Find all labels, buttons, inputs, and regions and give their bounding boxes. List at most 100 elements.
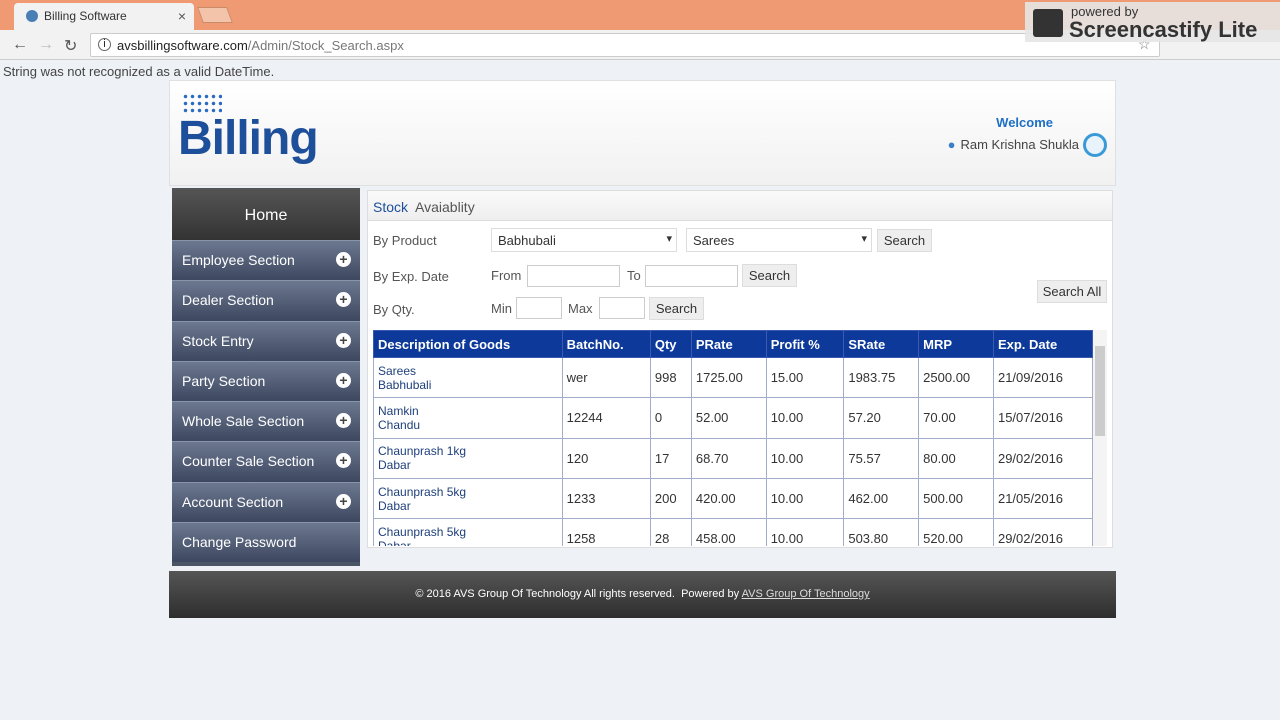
user-name: Ram Krishna Shukla (960, 137, 1080, 152)
min-label: Min (491, 301, 512, 316)
cell-description: Namkin Chandu (373, 397, 563, 439)
goods-brand: Dabar (378, 498, 411, 513)
cell-mrp: 80.00 (918, 437, 994, 479)
cell-mrp: 500.00 (918, 477, 994, 520)
close-tab-icon[interactable]: × (178, 8, 186, 24)
by-qty-label: By Qty. (373, 302, 415, 317)
by-product-label: By Product (373, 233, 437, 248)
goods-name: Chaunprash 5kg (378, 484, 467, 499)
cell-batch: 12244 (561, 397, 651, 439)
goods-name: Sarees (378, 363, 417, 378)
from-label: From (491, 268, 522, 283)
sidebar-item[interactable]: Change Password (172, 522, 360, 563)
cell-srate: 57.20 (843, 397, 920, 439)
plus-icon[interactable]: + (336, 332, 351, 348)
plus-icon[interactable]: + (336, 252, 351, 267)
title-word-2: Avaiablity (415, 199, 475, 215)
watermark-line2: Screencastify Lite (1069, 17, 1258, 42)
sidebar-item[interactable]: Stock Entry + (172, 320, 360, 361)
cell-prate: 458.00 (690, 518, 767, 546)
sidebar-item[interactable]: Employee Section + (172, 240, 360, 281)
cell-exp: 15/07/2016 (992, 397, 1094, 439)
url-input[interactable]: i avsbillingsoftware.com/Admin/Stock_Sear… (90, 33, 1160, 57)
max-label: Max (568, 301, 593, 316)
cell-qty: 998 (649, 356, 692, 399)
footer: © 2016 AVS Group Of Technology All right… (169, 571, 1116, 618)
favicon-icon (26, 10, 38, 22)
plus-icon[interactable]: + (336, 292, 351, 308)
cell-qty: 17 (649, 437, 692, 479)
plus-icon[interactable]: + (336, 372, 351, 388)
cell-srate: 462.00 (843, 477, 920, 520)
cell-profit: 10.00 (765, 477, 845, 520)
product-search-button[interactable]: Search (877, 229, 932, 252)
plus-icon[interactable]: + (336, 453, 351, 469)
product-select[interactable]: Babhubali (491, 228, 677, 252)
table-row[interactable]: Sarees Babhubali wer 998 1725.00 15.00 1983.75… (373, 356, 1094, 399)
sidebar-item[interactable]: Party Section + (172, 360, 360, 402)
sidebar-item[interactable]: Dealer Section + (172, 280, 360, 321)
stock-table: Description of Goods BatchNo. Qty PRate Prof… (373, 330, 1094, 546)
table-row[interactable]: Namkin Chandu 12244 0 52.00 10.00 57.20 70.00 15… (373, 397, 1094, 439)
cell-description: Chaunprash 5kg Dabar (373, 518, 563, 546)
cell-srate: 503.80 (843, 518, 920, 546)
cell-description: Sarees Babhubali (373, 356, 563, 399)
plus-icon[interactable]: + (336, 413, 351, 429)
cell-mrp: 520.00 (918, 518, 994, 546)
new-tab-button[interactable] (197, 7, 233, 23)
browser-tab[interactable]: Billing Software × (14, 3, 194, 30)
cell-prate: 52.00 (690, 397, 767, 439)
back-icon[interactable]: ← (12, 36, 28, 54)
min-qty-input[interactable] (516, 297, 562, 319)
goods-brand: Babhubali (378, 377, 432, 392)
search-all-button[interactable]: Search All (1037, 280, 1107, 303)
cell-qty: 200 (649, 477, 692, 520)
table-row[interactable]: Chaunprash 1kg Dabar 120 17 68.70 10.00 75.57 8… (373, 437, 1094, 479)
plus-icon[interactable]: + (336, 493, 351, 509)
to-date-input[interactable] (645, 265, 738, 287)
cell-batch: 1258 (561, 518, 651, 546)
panel-title: Stock Avaiablity (368, 191, 1112, 221)
goods-name: Chaunprash 1kg (378, 444, 467, 459)
cell-profit: 10.00 (765, 397, 845, 439)
sidebar-item-label: Employee Section (182, 252, 295, 268)
max-qty-input[interactable] (599, 297, 645, 319)
column-header: Qty (649, 330, 692, 358)
sidebar-item[interactable]: Account Section + (172, 481, 360, 523)
screencastify-watermark: powered by Screencastify Lite (1025, 2, 1280, 42)
table-row[interactable]: Chaunprash 5kg Dabar 1233 200 420.00 10.00 462… (373, 477, 1094, 520)
date-search-button[interactable]: Search (742, 264, 797, 287)
from-date-input[interactable] (527, 265, 620, 287)
forward-icon[interactable]: → (38, 36, 54, 54)
sidebar-item-label: Stock Entry (182, 332, 254, 349)
table-row[interactable]: Chaunprash 5kg Dabar 1258 28 458.00 10.00 503.… (373, 518, 1094, 546)
cell-exp: 29/02/2016 (992, 437, 1094, 479)
info-icon[interactable]: i (98, 38, 111, 51)
cell-qty: 28 (649, 518, 692, 546)
scrollbar-thumb[interactable] (1095, 346, 1105, 436)
table-scrollbar[interactable] (1093, 330, 1107, 546)
stock-table-container: Description of Goods BatchNo. Qty PRate Prof… (373, 330, 1107, 546)
cell-prate: 68.70 (690, 437, 767, 479)
error-message: String was not recognized as a valid Dat… (3, 64, 275, 79)
footer-link[interactable]: AVS Group Of Technology (742, 588, 870, 600)
sidebar-home[interactable]: Home (172, 188, 360, 240)
cell-mrp: 2500.00 (918, 356, 994, 399)
cell-srate: 1983.75 (843, 356, 920, 399)
sidebar-item[interactable]: Counter Sale Section + (172, 441, 360, 482)
cell-prate: 420.00 (690, 477, 767, 520)
reload-icon[interactable]: ↻ (64, 36, 77, 56)
welcome-label: Welcome (996, 115, 1053, 130)
cell-exp: 29/02/2016 (992, 518, 1094, 546)
cell-description: Chaunprash 1kg Dabar (373, 437, 563, 479)
logout-power-icon[interactable] (1083, 133, 1107, 157)
cell-prate: 1725.00 (690, 356, 767, 399)
column-header: SRate (843, 330, 920, 358)
url-path: /Admin/Stock_Search.aspx (247, 38, 404, 53)
sidebar-item-label: Whole Sale Section (182, 413, 305, 430)
goods-name: Chaunprash 5kg (378, 524, 467, 539)
qty-search-button[interactable]: Search (649, 297, 704, 320)
footer-text: © 2016 AVS Group Of Technology All right… (415, 588, 742, 600)
sidebar-item[interactable]: Whole Sale Section + (172, 401, 360, 442)
category-select[interactable]: Sarees (686, 228, 872, 252)
